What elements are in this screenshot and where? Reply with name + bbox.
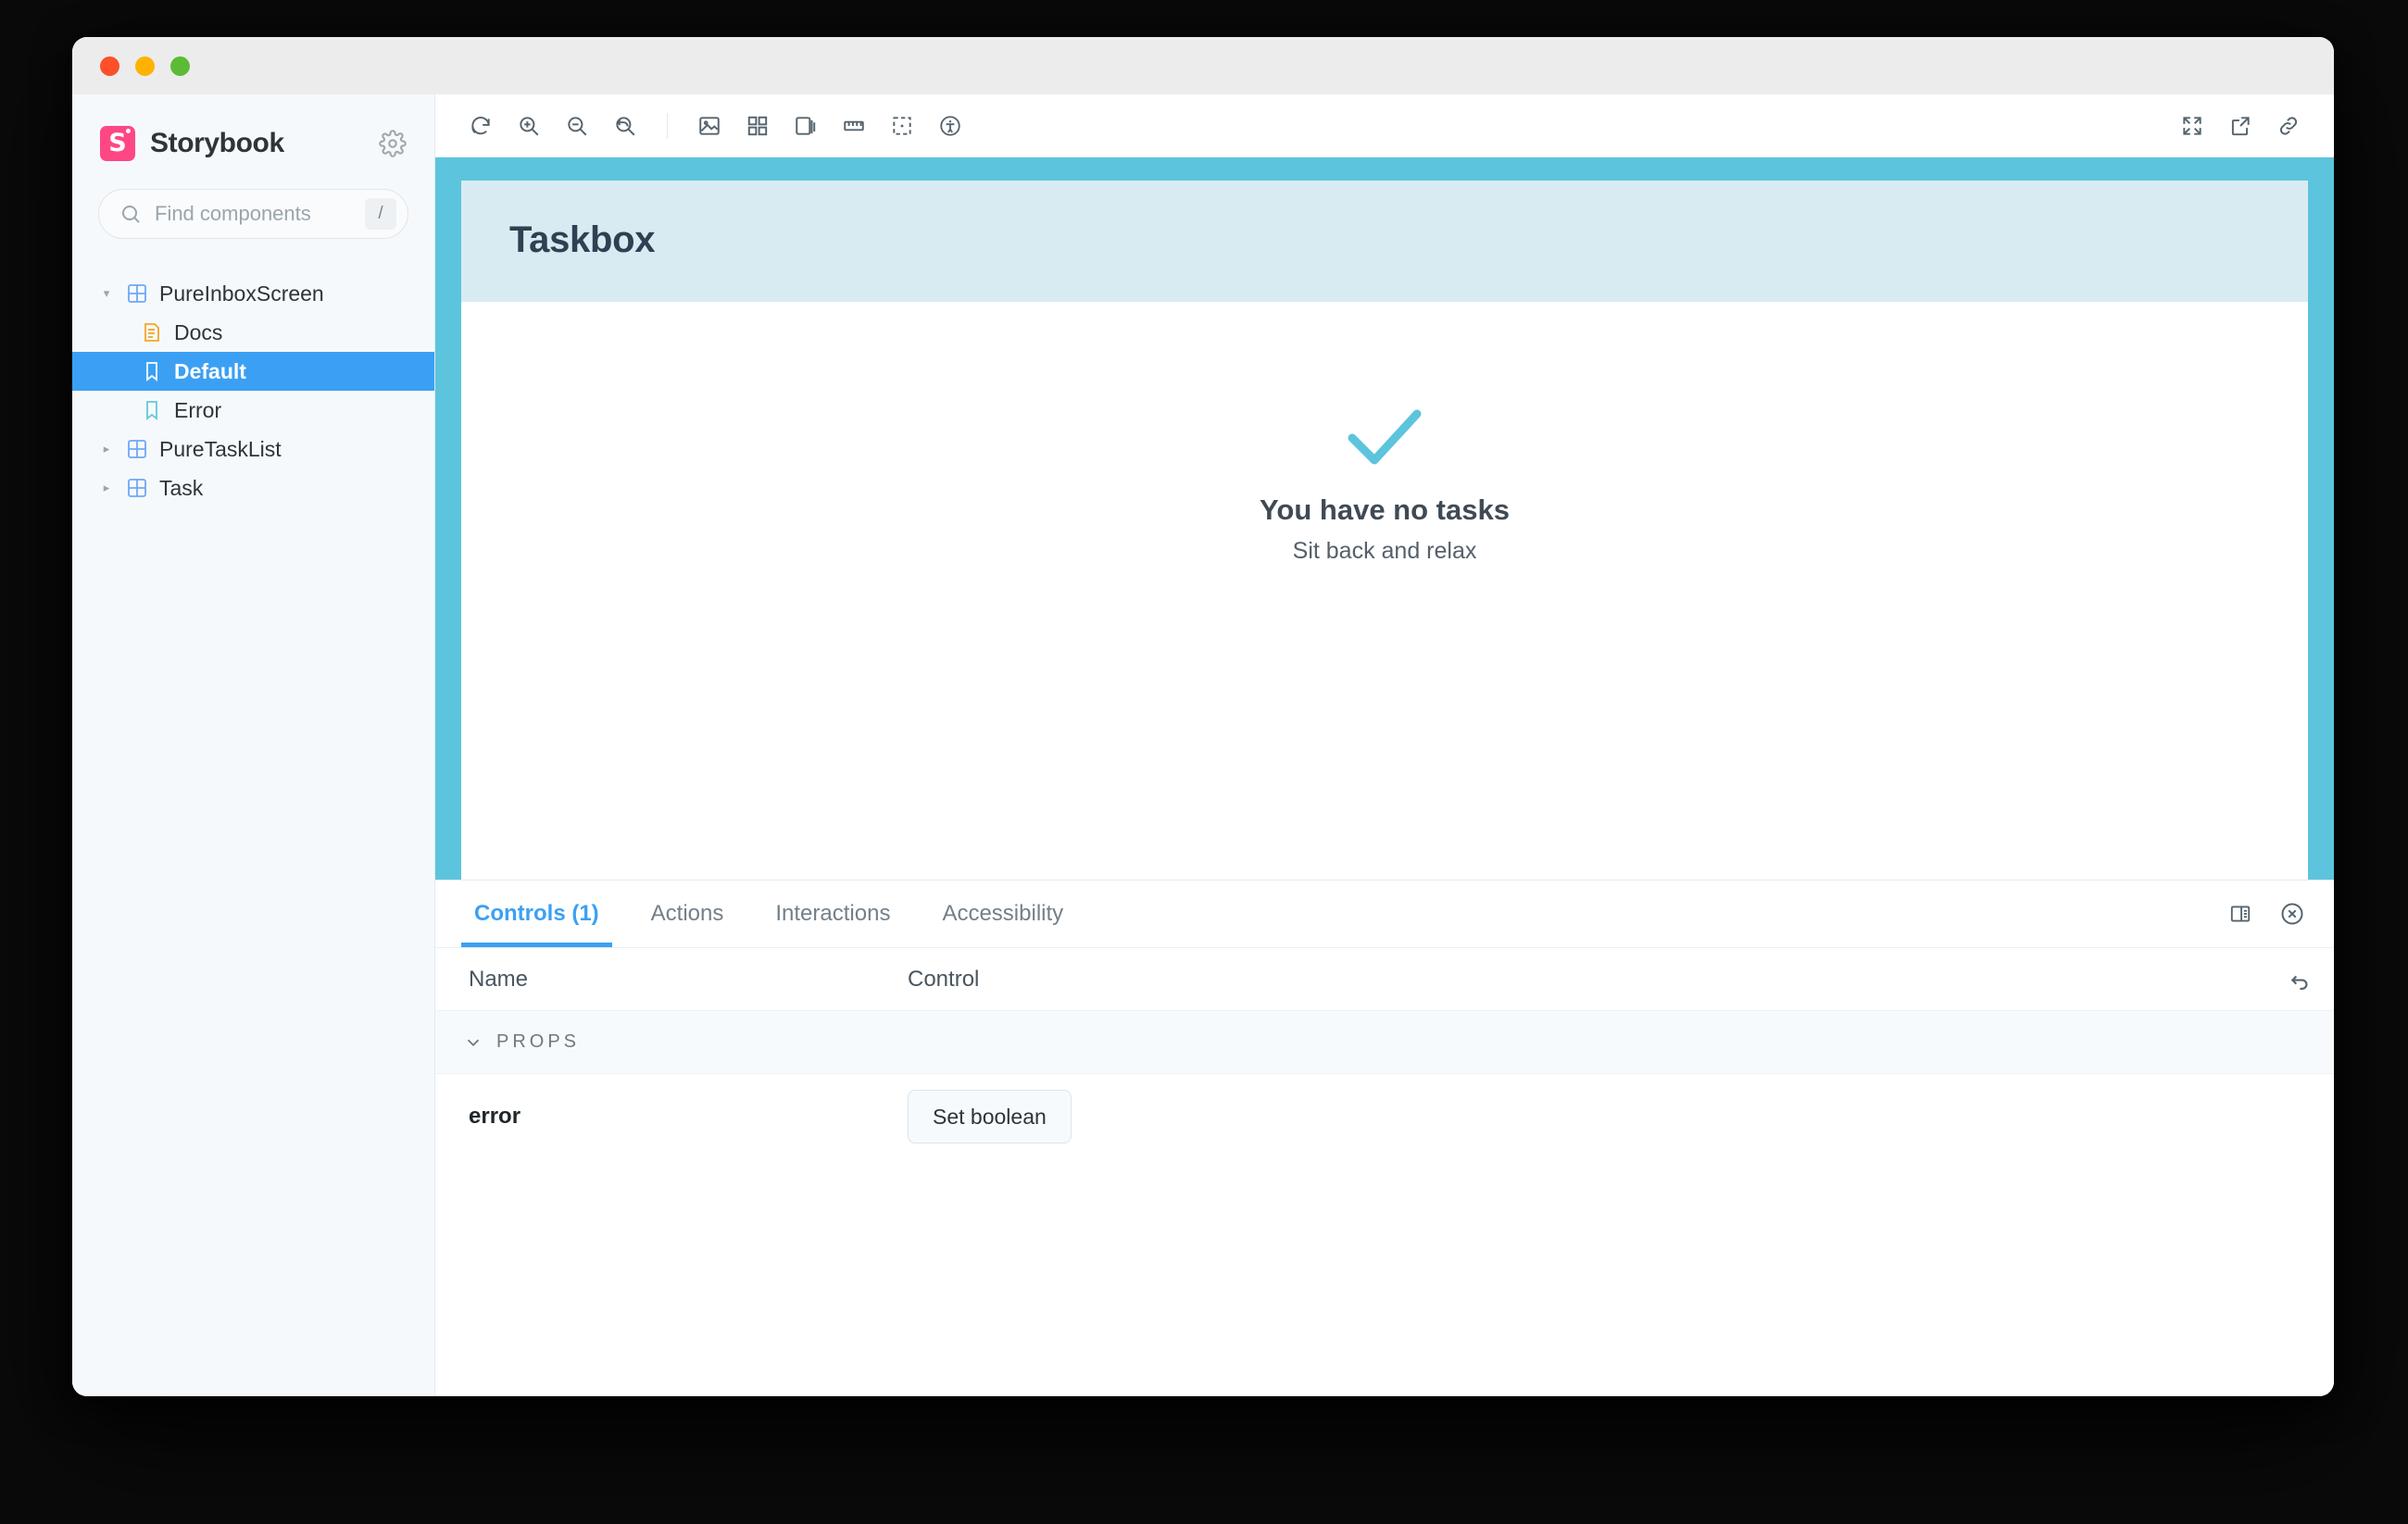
addon-tabs: Controls (1) Actions Interactions Access… [435, 881, 2334, 948]
sidebar-item-label: PureInboxScreen [159, 281, 324, 306]
sidebar-item-task[interactable]: ▸ Task [72, 468, 434, 507]
search-input[interactable]: Find components / [98, 189, 408, 239]
window-close-button[interactable] [100, 56, 119, 76]
copy-link-icon[interactable] [2267, 105, 2310, 147]
controls-table-header: Name Control [435, 948, 2334, 1011]
measure-icon[interactable] [833, 105, 875, 147]
story-preview-canvas: Taskbox You have no tasks Sit back and r… [435, 157, 2334, 880]
sidebar-item-label: Task [159, 475, 204, 500]
set-boolean-button[interactable]: Set boolean [908, 1090, 1072, 1143]
panel-actions [2219, 881, 2334, 947]
window-minimize-button[interactable] [135, 56, 155, 76]
story-icon [146, 401, 157, 420]
taskbox-header: Taskbox [461, 181, 2308, 302]
column-header-name: Name [469, 966, 529, 992]
chevron-down-icon[interactable]: ▾ [98, 286, 115, 301]
sidebar-item-label: Docs [174, 319, 223, 344]
gear-icon[interactable] [379, 130, 407, 157]
main-area: Taskbox You have no tasks Sit back and r… [435, 94, 2334, 1396]
tab-label: Interactions [775, 901, 891, 926]
search-icon [122, 206, 140, 223]
sidebar-header: S Storybook [72, 94, 434, 161]
panel-empty-space [435, 1159, 2334, 1396]
toolbar-divider [667, 112, 668, 139]
preview-toolbar [435, 94, 2334, 157]
component-icon [128, 479, 146, 497]
component-tree: ▾ PureInboxScreen Docs Default Error ▸ P… [72, 239, 434, 507]
story-icon [146, 362, 157, 381]
page-title: Taskbox [509, 219, 656, 260]
chevron-right-icon[interactable]: ▸ [98, 442, 115, 456]
control-cell: Set boolean [908, 1090, 2334, 1143]
story-iframe: Taskbox You have no tasks Sit back and r… [461, 181, 2308, 880]
chevron-right-icon[interactable]: ▸ [98, 481, 115, 495]
sidebar-item-label: PureTaskList [159, 436, 282, 461]
empty-state-title: You have no tasks [1260, 493, 1510, 526]
group-label: PROPS [496, 1031, 581, 1052]
outline-icon[interactable] [881, 105, 923, 147]
sidebar: S Storybook Find components / ▾ PureInbo… [72, 94, 435, 1396]
sidebar-item-label: Error [174, 397, 222, 422]
component-icon [128, 440, 146, 458]
remount-icon[interactable] [459, 105, 502, 147]
control-name: error [469, 1104, 521, 1129]
chevron-down-icon [467, 1039, 480, 1046]
browser-window: S Storybook Find components / ▾ PureInbo… [72, 37, 2334, 1396]
column-header-control: Control [908, 966, 980, 992]
table-row: error Set boolean [435, 1074, 2334, 1159]
tab-label: Controls (1) [474, 901, 599, 926]
accessibility-icon[interactable] [929, 105, 972, 147]
search-placeholder: Find components [155, 202, 311, 225]
storybook-brand[interactable]: S Storybook [100, 126, 284, 161]
tab-interactions[interactable]: Interactions [749, 881, 916, 947]
sidebar-item-error[interactable]: Error [72, 391, 434, 430]
sidebar-item-label: Default [174, 358, 246, 383]
tab-accessibility[interactable]: Accessibility [916, 881, 1089, 947]
sidebar-item-puretasklist[interactable]: ▸ PureTaskList [72, 430, 434, 468]
toolbar-left-group [459, 105, 972, 147]
component-icon [128, 284, 146, 303]
empty-state: You have no tasks Sit back and relax [461, 302, 2308, 880]
zoom-in-icon[interactable] [508, 105, 550, 147]
fullscreen-icon[interactable] [2171, 105, 2214, 147]
tab-actions[interactable]: Actions [625, 881, 750, 947]
zoom-out-icon[interactable] [556, 105, 598, 147]
search-shortcut-badge: / [365, 198, 396, 230]
grid-icon[interactable] [736, 105, 779, 147]
window-titlebar [72, 37, 2334, 94]
tab-controls[interactable]: Controls (1) [448, 881, 625, 947]
desktop-background: S Storybook Find components / ▾ PureInbo… [0, 0, 2408, 1524]
check-icon [1348, 409, 1422, 464]
viewport-icon[interactable] [784, 105, 827, 147]
empty-state-subtitle: Sit back and relax [1292, 537, 1477, 564]
storybook-logo-icon: S [100, 126, 135, 161]
docs-icon [144, 323, 159, 342]
sidebar-item-default[interactable]: Default [72, 352, 434, 391]
toolbar-right-group [2171, 105, 2310, 147]
open-new-tab-icon[interactable] [2219, 105, 2262, 147]
addon-panel: Controls (1) Actions Interactions Access… [435, 880, 2334, 1396]
logo-letter: S [108, 128, 127, 157]
storybook-app: S Storybook Find components / ▾ PureInbo… [72, 94, 2334, 1396]
panel-layout-icon[interactable] [2219, 893, 2262, 935]
zoom-reset-icon[interactable] [604, 105, 646, 147]
reset-controls-icon[interactable] [2288, 967, 2314, 993]
tab-label: Accessibility [942, 901, 1064, 926]
window-maximize-button[interactable] [170, 56, 190, 76]
sidebar-item-pureinboxscreen[interactable]: ▾ PureInboxScreen [72, 274, 434, 313]
brand-title: Storybook [150, 128, 284, 158]
sidebar-item-docs[interactable]: Docs [72, 313, 434, 352]
controls-group-props[interactable]: PROPS [435, 1011, 2334, 1074]
tab-label: Actions [650, 901, 724, 926]
backgrounds-icon[interactable] [688, 105, 731, 147]
search-container: Find components / [72, 161, 434, 239]
close-panel-icon[interactable] [2271, 893, 2314, 935]
